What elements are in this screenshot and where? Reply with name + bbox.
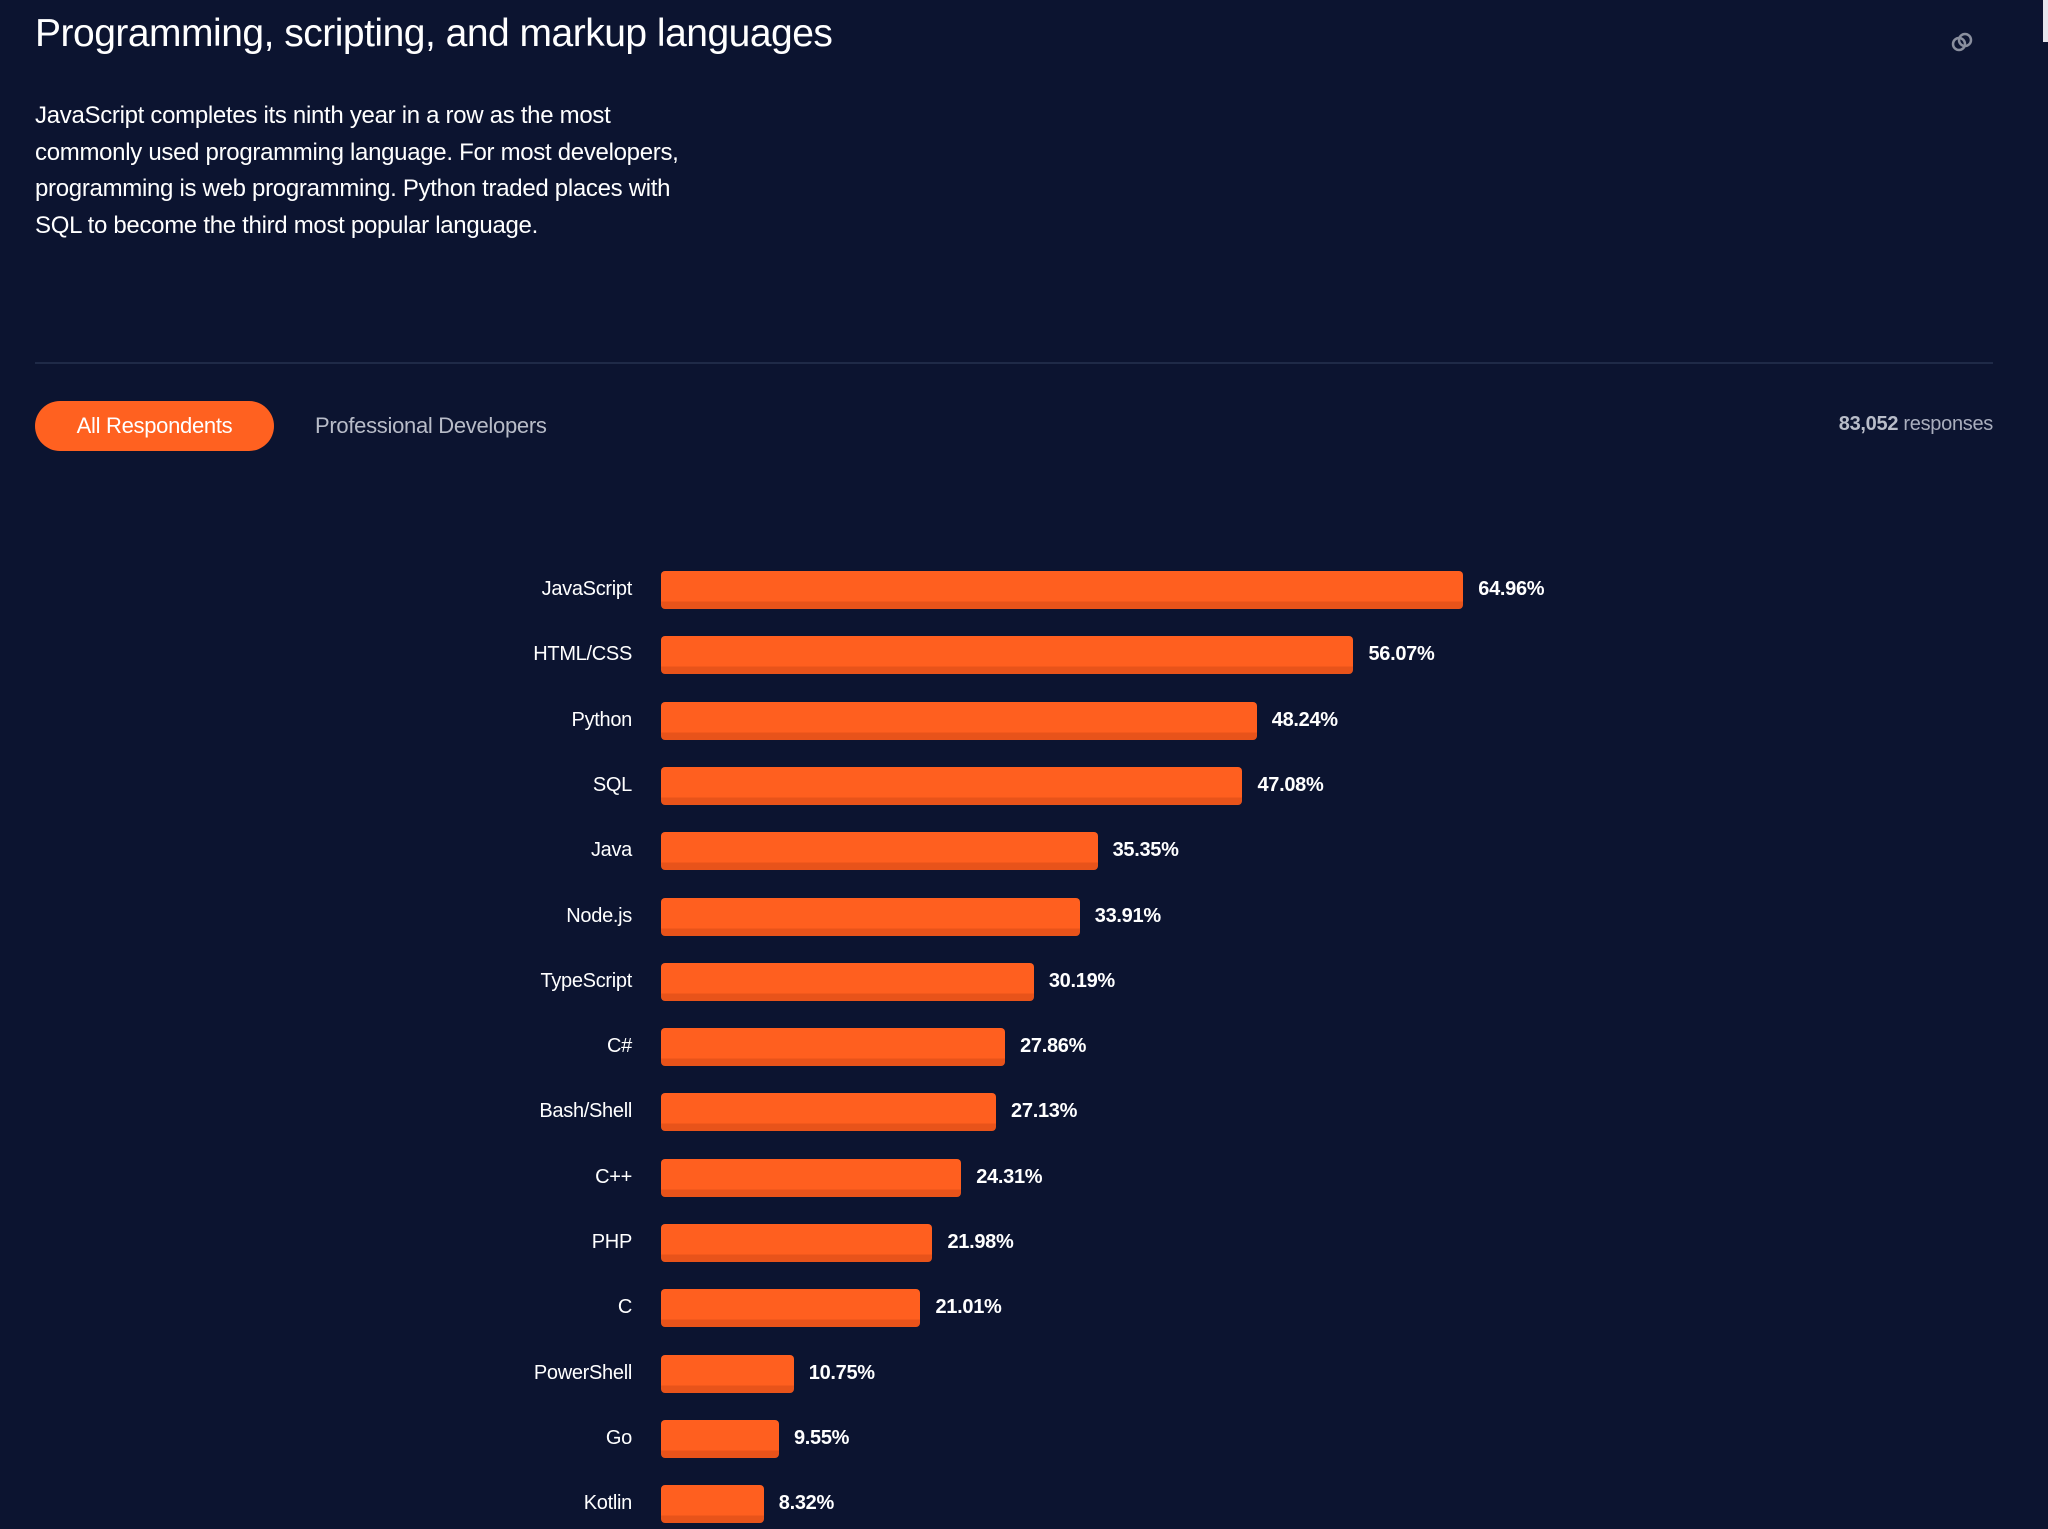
value-label: 27.13% — [1011, 1100, 1078, 1123]
category-label: PowerShell — [533, 1361, 632, 1384]
value-label: 47.08% — [1257, 773, 1324, 796]
bar[interactable] — [661, 897, 1080, 936]
category-label: Bash/Shell — [539, 1100, 632, 1123]
value-label: 10.75% — [808, 1361, 875, 1384]
value-label: 27.86% — [1020, 1035, 1087, 1058]
value-label: 35.35% — [1112, 839, 1179, 862]
value-label: 64.96% — [1478, 578, 1545, 600]
category-label: Go — [605, 1426, 632, 1449]
value-label: 33.91% — [1094, 904, 1161, 927]
bar[interactable] — [661, 571, 1464, 609]
category-label: HTML/CSS — [533, 643, 632, 666]
bar[interactable] — [661, 766, 1243, 805]
category-label: Python — [571, 708, 633, 731]
category-label: C — [617, 1296, 632, 1319]
category-label: SQL — [592, 773, 632, 796]
bar[interactable] — [661, 1093, 997, 1132]
value-label: 9.55% — [793, 1426, 850, 1449]
category-label: TypeScript — [540, 969, 633, 992]
bar[interactable] — [661, 832, 1098, 871]
bar[interactable] — [661, 962, 1034, 1001]
category-label: C++ — [595, 1165, 632, 1188]
bar[interactable] — [661, 1224, 933, 1262]
bar[interactable] — [661, 1354, 794, 1393]
bar[interactable] — [661, 1419, 779, 1458]
bar-chart: JavaScript 64.96% HTML/CSS 56.07% Python 48.2… — [0, 0, 2048, 1529]
category-label: Node.js — [566, 904, 632, 927]
value-label: 56.07% — [1368, 643, 1435, 666]
bar[interactable] — [661, 1485, 764, 1524]
value-label: 8.32% — [778, 1492, 835, 1515]
bar[interactable] — [661, 1289, 921, 1328]
bar[interactable] — [661, 701, 1257, 740]
category-label: PHP — [591, 1231, 633, 1253]
value-label: 30.19% — [1048, 969, 1115, 992]
value-label: 21.01% — [935, 1296, 1002, 1319]
value-label: 24.31% — [976, 1165, 1043, 1188]
bar[interactable] — [661, 636, 1354, 675]
category-label: JavaScript — [541, 578, 633, 600]
category-label: C# — [607, 1035, 632, 1058]
bar[interactable] — [661, 1028, 1006, 1067]
category-label: Kotlin — [583, 1492, 633, 1515]
bar[interactable] — [661, 1158, 962, 1197]
category-label: Java — [590, 839, 632, 862]
value-label: 48.24% — [1271, 708, 1338, 731]
value-label: 21.98% — [947, 1231, 1014, 1253]
